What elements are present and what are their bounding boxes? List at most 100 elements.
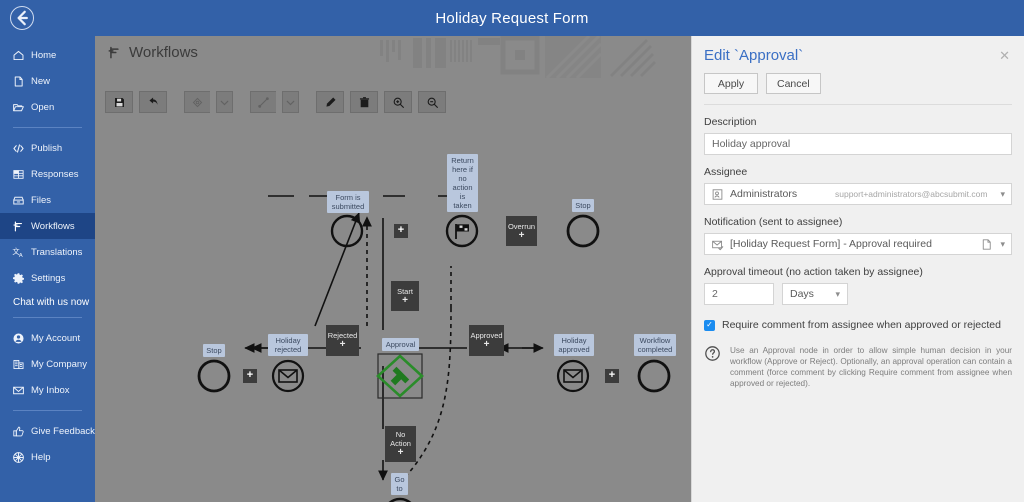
description-label: Description: [704, 116, 1012, 128]
timeout-value-input[interactable]: 2: [704, 283, 774, 305]
timeout-unit-select[interactable]: Days ▾: [782, 283, 848, 305]
question-circle-icon: [704, 345, 722, 389]
node-start-circle: [332, 216, 362, 246]
connector-plus: +: [484, 340, 490, 350]
back-button[interactable]: [10, 6, 34, 30]
sidebar-item-label: Workflows: [31, 221, 75, 232]
workflow-canvas-area: Workflows: [95, 36, 691, 502]
sidebar-item-label: Translations: [31, 247, 82, 258]
assignee-email: support+administrators@abcsubmit.com: [835, 189, 987, 199]
sidebar-item-label: Home: [31, 50, 56, 61]
sidebar-item-publish[interactable]: Publish: [0, 135, 95, 161]
tag-stop-top: Stop: [572, 199, 594, 212]
connector-rejected[interactable]: Rejected +: [326, 325, 359, 356]
connector-approved[interactable]: Approved +: [469, 325, 504, 356]
back-arrow-icon: [11, 7, 33, 29]
edit-approval-panel: Edit `Approval` ✕ Apply Cancel Descripti…: [691, 36, 1024, 502]
connector-plus-submit[interactable]: +: [394, 224, 408, 238]
connector-plus: +: [402, 296, 408, 306]
assignee-card-icon: [711, 188, 724, 201]
connector-no-action[interactable]: No Action +: [385, 426, 416, 462]
connector-start[interactable]: Start +: [391, 281, 419, 311]
tag-holiday-rejected: Holiday rejected: [268, 334, 308, 356]
sidebar-item-my-account[interactable]: My Account: [0, 325, 95, 351]
globe-help-icon: [12, 451, 25, 464]
sidebar-item-label: Responses: [31, 169, 79, 180]
home-icon: [12, 49, 25, 62]
page-title: Holiday Request Form: [435, 10, 588, 27]
sidebar-item-label: Give Feedback: [31, 426, 95, 437]
tag-form-submitted: Form is submitted: [327, 191, 369, 213]
folder-open-icon: [12, 101, 25, 114]
chevron-down-icon[interactable]: ▾: [1000, 189, 1005, 200]
help-note: Use an Approval node in order to allow s…: [704, 345, 1012, 389]
document-icon[interactable]: [980, 238, 993, 251]
apply-button[interactable]: Apply: [704, 73, 758, 94]
chevron-down-icon[interactable]: ▾: [1000, 239, 1005, 250]
require-comment-checkbox[interactable]: ✓: [704, 320, 715, 331]
sidebar-item-translations[interactable]: 文A Translations: [0, 239, 95, 265]
node-email-approved: [558, 361, 588, 391]
sidebar-item-settings[interactable]: Settings: [0, 265, 95, 291]
help-text: Use an Approval node in order to allow s…: [730, 345, 1012, 389]
code-brackets-icon: [12, 142, 25, 155]
chevron-down-icon[interactable]: ▾: [835, 289, 840, 300]
panel-action-row: Apply Cancel: [704, 73, 1012, 94]
node-stop-completed: [639, 361, 669, 391]
chat-with-us-label[interactable]: Chat with us now: [0, 291, 95, 310]
cancel-button[interactable]: Cancel: [766, 73, 821, 94]
sidebar-item-my-inbox[interactable]: My Inbox: [0, 377, 95, 403]
require-comment-label: Require comment from assignee when appro…: [722, 319, 1001, 331]
connector-plus: +: [519, 231, 525, 241]
sidebar-item-my-company[interactable]: My Company: [0, 351, 95, 377]
sidebar-item-give-feedback[interactable]: Give Feedback: [0, 418, 95, 444]
user-circle-icon: [12, 332, 25, 345]
sidebar-item-label: Help: [31, 452, 51, 463]
connector-plus-rejected-stop[interactable]: +: [243, 369, 257, 383]
notification-value: [Holiday Request Form] - Approval requir…: [730, 238, 932, 250]
connector-plus: +: [340, 340, 346, 350]
sidebar-divider-top: [13, 127, 82, 128]
sidebar-item-label: New: [31, 76, 50, 87]
panel-title: Edit `Approval`: [704, 36, 1012, 64]
sidebar: Home New Open Publish Responses: [0, 36, 95, 502]
assignee-value: Administrators: [730, 188, 797, 200]
node-email-rejected: [273, 361, 303, 391]
sidebar-item-label: My Account: [31, 333, 80, 344]
files-drawer-icon: [12, 194, 25, 207]
assignee-select[interactable]: Administrators support+administrators@ab…: [704, 183, 1012, 205]
require-comment-row[interactable]: ✓ Require comment from assignee when app…: [704, 319, 1012, 331]
connector-plus-approved-stop[interactable]: +: [605, 369, 619, 383]
translate-icon: 文A: [12, 246, 25, 259]
tag-workflow-completed: Workflow completed: [634, 334, 676, 356]
workflow-diagram: Form is submitted Return here if no acti…: [95, 36, 691, 502]
sidebar-item-label: Files: [31, 195, 51, 206]
sidebar-item-label: Settings: [31, 273, 65, 284]
sidebar-item-new[interactable]: New: [0, 68, 95, 94]
sidebar-item-label: My Company: [31, 359, 87, 370]
assignee-label: Assignee: [704, 166, 1012, 178]
sidebar-item-home[interactable]: Home: [0, 42, 95, 68]
description-input[interactable]: Holiday approval: [704, 133, 1012, 155]
close-icon[interactable]: ✕: [999, 49, 1010, 62]
sidebar-item-responses[interactable]: Responses: [0, 161, 95, 187]
sidebar-item-label: Open: [31, 102, 54, 113]
timeout-label: Approval timeout (no action taken by ass…: [704, 266, 1012, 278]
sidebar-item-files[interactable]: Files: [0, 187, 95, 213]
sidebar-divider-mid: [13, 317, 82, 318]
tag-approval: Approval: [382, 338, 419, 351]
connector-overrun[interactable]: Overrun +: [506, 216, 537, 246]
node-stop-top: [568, 216, 598, 246]
notification-doc-wrap: ▾: [980, 238, 1005, 251]
timeout-row: 2 Days ▾: [704, 283, 1012, 305]
sidebar-item-workflows[interactable]: Workflows: [0, 213, 95, 239]
sidebar-item-open[interactable]: Open: [0, 94, 95, 120]
sidebar-item-help[interactable]: Help: [0, 444, 95, 470]
notification-label: Notification (sent to assignee): [704, 216, 1012, 228]
envelope-check-icon: [711, 238, 724, 251]
sidebar-divider-bottom: [13, 410, 82, 411]
node-approval: [378, 354, 422, 398]
notification-select[interactable]: [Holiday Request Form] - Approval requir…: [704, 233, 1012, 255]
table-responses-icon: [12, 168, 25, 181]
thumbs-up-icon: [12, 425, 25, 438]
